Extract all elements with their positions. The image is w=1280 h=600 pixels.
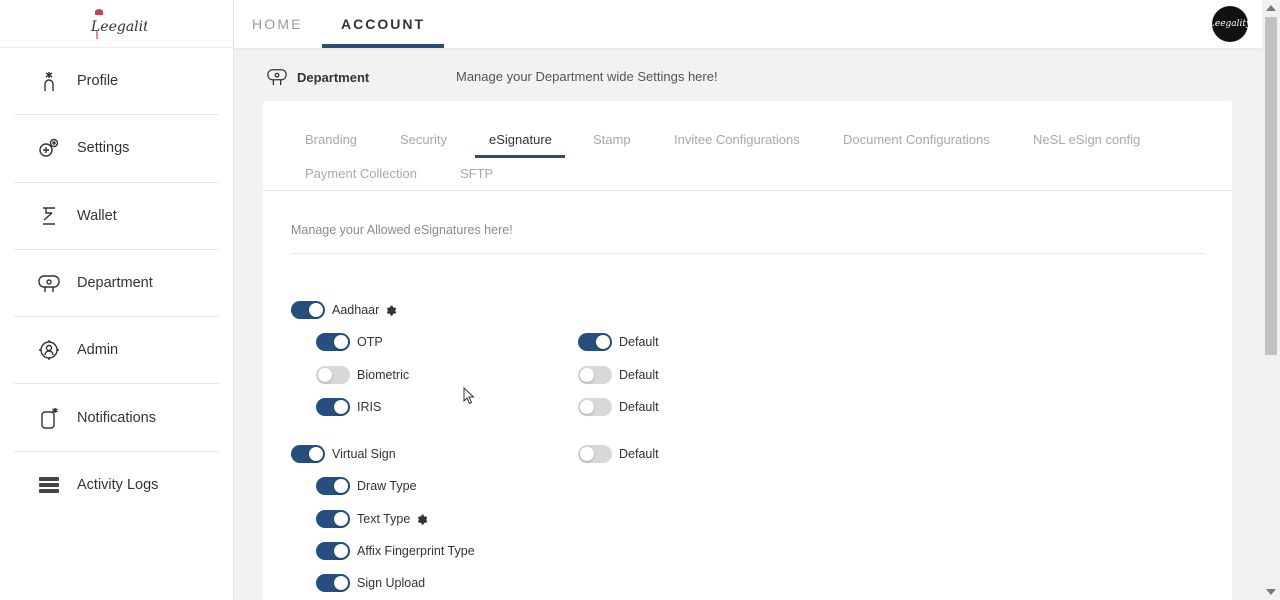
- scroll-up-arrow-icon[interactable]: [1266, 5, 1276, 11]
- sign-upload-label: Sign Upload: [357, 576, 426, 590]
- biometric-default-label: Default: [619, 368, 659, 382]
- divider: [291, 253, 1205, 254]
- biometric-toggle[interactable]: [316, 366, 350, 384]
- leegality-logo-icon: Leegality: [90, 8, 147, 39]
- tab-esignature[interactable]: eSignature: [489, 132, 552, 147]
- svg-text:Leegality: Leegality: [90, 19, 147, 35]
- sidebar-item-label: Settings: [77, 140, 130, 157]
- avatar[interactable]: Leegality: [1209, 6, 1251, 42]
- section-description: Manage your Allowed eSignatures here!: [291, 223, 513, 237]
- top-nav: HOME ACCOUNT Leegality: [234, 0, 1262, 48]
- page-subtitle: Manage your Department wide Settings her…: [456, 69, 718, 84]
- wallet-icon: [36, 203, 62, 229]
- otp-default-toggle[interactable]: [578, 333, 612, 351]
- tab-invitee-configurations[interactable]: Invitee Configurations: [674, 132, 800, 147]
- settings-icon: [36, 135, 62, 161]
- iris-label: IRIS: [357, 400, 382, 414]
- tab-branding[interactable]: Branding: [305, 132, 357, 147]
- sidebar-item-notifications[interactable]: Notifications: [14, 384, 219, 452]
- sign-upload-toggle[interactable]: [316, 574, 350, 592]
- affix-fingerprint-toggle[interactable]: [316, 542, 350, 560]
- admin-icon: [36, 337, 62, 363]
- iris-row: IRIS: [316, 397, 381, 417]
- active-tab-indicator: [475, 155, 565, 158]
- sidebar-item-label: Activity Logs: [77, 477, 159, 494]
- gear-icon[interactable]: [385, 304, 397, 316]
- sidebar-item-settings[interactable]: Settings: [14, 115, 219, 183]
- virtual-sign-default-label: Default: [619, 447, 659, 461]
- sidebar-item-admin[interactable]: Admin: [14, 317, 219, 385]
- virtual-sign-row: Virtual Sign: [291, 444, 396, 464]
- sidebar-item-label: Notifications: [77, 409, 156, 426]
- biometric-row: Biometric: [316, 365, 409, 385]
- virtual-sign-default-row: Default: [578, 444, 659, 464]
- scroll-down-arrow-icon[interactable]: [1266, 589, 1276, 595]
- department-icon: [36, 270, 62, 296]
- sidebar-item-label: Profile: [77, 73, 119, 90]
- tab-account[interactable]: ACCOUNT: [322, 0, 444, 48]
- affix-fingerprint-label: Affix Fingerprint Type: [357, 544, 475, 558]
- draw-type-row: Draw Type: [316, 476, 417, 496]
- gear-icon[interactable]: [416, 513, 428, 525]
- scroll-thumb[interactable]: [1265, 17, 1277, 355]
- iris-default-toggle[interactable]: [578, 398, 612, 416]
- activity-logs-icon: [36, 472, 62, 498]
- iris-default-label: Default: [619, 400, 659, 414]
- aadhaar-label: Aadhaar: [332, 303, 380, 317]
- draw-type-label: Draw Type: [357, 479, 417, 493]
- sidebar-item-wallet[interactable]: Wallet: [14, 183, 219, 250]
- tab-home[interactable]: HOME: [252, 0, 303, 48]
- tab-sftp[interactable]: SFTP: [460, 166, 493, 181]
- text-type-label: Text Type: [357, 512, 411, 526]
- biometric-default-row: Default: [578, 365, 659, 385]
- biometric-default-toggle[interactable]: [578, 366, 612, 384]
- tab-nesl-esign-config[interactable]: NeSL eSign config: [1033, 132, 1140, 147]
- mouse-cursor-icon: [463, 387, 475, 405]
- affix-fingerprint-row: Affix Fingerprint Type: [316, 541, 475, 561]
- department-header: Department: [266, 64, 369, 90]
- sidebar-item-label: Department: [77, 275, 153, 292]
- sidebar-item-label: Wallet: [77, 207, 117, 224]
- sidebar: Leegality Profile Settings Wallet: [0, 0, 234, 600]
- virtual-sign-label: Virtual Sign: [332, 447, 396, 461]
- settings-tabs: Branding Security eSignature Stamp Invit…: [263, 101, 1232, 191]
- virtual-sign-toggle[interactable]: [291, 445, 325, 463]
- sidebar-nav: Profile Settings Wallet Department Admin: [0, 48, 233, 519]
- tab-payment-collection[interactable]: Payment Collection: [305, 166, 417, 181]
- sidebar-item-activity-logs[interactable]: Activity Logs: [14, 452, 219, 519]
- otp-label: OTP: [357, 335, 383, 349]
- aadhaar-row: Aadhaar: [291, 300, 397, 320]
- tab-document-configurations[interactable]: Document Configurations: [843, 132, 990, 147]
- brand-logo[interactable]: Leegality: [87, 7, 147, 41]
- biometric-label: Biometric: [357, 368, 410, 382]
- settings-card: Branding Security eSignature Stamp Invit…: [263, 101, 1232, 600]
- draw-type-toggle[interactable]: [316, 477, 350, 495]
- page-scrollbar[interactable]: [1262, 0, 1280, 600]
- iris-toggle[interactable]: [316, 398, 350, 416]
- notifications-icon: [36, 405, 62, 431]
- profile-icon: [36, 68, 62, 94]
- iris-default-row: Default: [578, 397, 659, 417]
- otp-toggle[interactable]: [316, 333, 350, 351]
- sidebar-item-profile[interactable]: Profile: [14, 48, 219, 116]
- virtual-sign-default-toggle[interactable]: [578, 445, 612, 463]
- tab-stamp[interactable]: Stamp: [593, 132, 631, 147]
- otp-default-label: Default: [619, 335, 659, 349]
- page-title: Department: [297, 69, 370, 85]
- aadhaar-toggle[interactable]: [291, 301, 325, 319]
- otp-default-row: Default: [578, 332, 659, 352]
- text-type-toggle[interactable]: [316, 510, 350, 528]
- department-icon: [267, 69, 287, 86]
- logo-area: Leegality: [0, 0, 233, 48]
- sidebar-item-label: Admin: [77, 342, 119, 359]
- sidebar-item-department[interactable]: Department: [14, 250, 219, 318]
- sign-upload-row: Sign Upload: [316, 573, 425, 593]
- tab-security[interactable]: Security: [400, 132, 447, 147]
- text-type-row: Text Type: [316, 509, 428, 529]
- otp-row: OTP: [316, 332, 383, 352]
